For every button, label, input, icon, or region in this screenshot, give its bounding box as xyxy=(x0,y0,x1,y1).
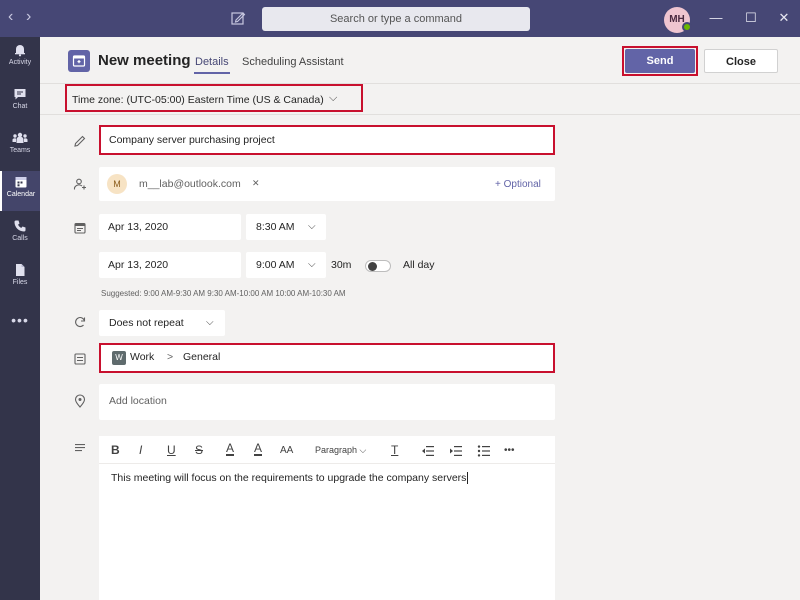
font-color-icon[interactable]: A xyxy=(254,442,263,456)
paragraph-dropdown[interactable]: Paragraph ⌵ xyxy=(315,445,366,456)
highlight-send xyxy=(622,46,698,76)
location-field[interactable]: Add location xyxy=(99,384,555,420)
rail-label: Files xyxy=(12,279,28,286)
editor-divider xyxy=(99,463,555,464)
details-icon xyxy=(75,444,85,452)
close-button[interactable]: Close xyxy=(704,49,778,73)
more-options-icon[interactable]: ••• xyxy=(504,445,515,456)
title-bar: ‹ › Search or type a command MH — ☐ ✕ xyxy=(0,0,800,37)
start-date-picker[interactable]: Apr 13, 2020 xyxy=(99,214,241,240)
bullet-list-icon[interactable] xyxy=(477,445,491,457)
maximize-icon[interactable]: ☐ xyxy=(743,10,759,26)
all-day-label: All day xyxy=(403,259,435,271)
rail-item-calendar[interactable]: Calendar xyxy=(0,171,40,211)
file-icon xyxy=(16,264,25,276)
description-text[interactable]: This meeting will focus on the requireme… xyxy=(111,472,469,485)
repeat-value: Does not repeat xyxy=(109,317,184,329)
teams-icon xyxy=(12,132,28,143)
more-apps-icon[interactable]: ••• xyxy=(0,312,40,328)
chevron-down-icon: ⌵ xyxy=(206,317,214,328)
remove-attendee-icon[interactable]: ✕ xyxy=(252,178,260,189)
chat-icon xyxy=(14,89,26,100)
start-time-value: 8:30 AM xyxy=(256,221,295,233)
text-caret xyxy=(467,472,469,485)
page-title: New meeting xyxy=(98,52,191,69)
start-time-picker[interactable]: 8:30 AM ⌵ xyxy=(246,214,326,240)
rail-item-activity[interactable]: Activity xyxy=(0,39,40,79)
attendee-email: m__lab@outlook.com xyxy=(139,178,241,190)
optional-attendees-link[interactable]: + Optional xyxy=(495,179,541,190)
highlight-channel xyxy=(99,343,555,373)
end-date-value: Apr 13, 2020 xyxy=(108,259,169,271)
repeat-icon xyxy=(75,317,86,328)
toggle-knob xyxy=(368,262,377,271)
highlight-icon[interactable]: A xyxy=(226,442,235,456)
calendar-row-icon xyxy=(74,222,86,234)
chevron-down-icon: ⌵ xyxy=(308,221,316,232)
decrease-indent-icon[interactable] xyxy=(421,445,435,457)
description-editor[interactable]: B I U S A A AA Paragraph ⌵ T ••• This me… xyxy=(99,436,555,600)
suggested-times[interactable]: Suggested: 9:00 AM-9:30 AM 9:30 AM-10:00… xyxy=(101,289,346,298)
strikethrough-icon[interactable]: S xyxy=(195,443,203,457)
meeting-calendar-icon xyxy=(68,50,90,72)
repeat-dropdown[interactable]: Does not repeat ⌵ xyxy=(99,310,225,336)
bell-icon xyxy=(15,45,25,57)
calendar-icon xyxy=(15,177,27,188)
pencil-icon xyxy=(74,135,86,147)
rail-label: Activity xyxy=(8,59,32,66)
presence-badge xyxy=(682,22,692,32)
end-time-value: 9:00 AM xyxy=(256,259,295,271)
tab-scheduling-assistant[interactable]: Scheduling Assistant xyxy=(242,56,344,68)
font-size-icon[interactable]: AA xyxy=(280,445,293,456)
active-tab-indicator xyxy=(194,72,230,74)
end-time-picker[interactable]: 9:00 AM ⌵ xyxy=(246,252,326,278)
increase-indent-icon[interactable] xyxy=(449,445,463,457)
close-window-icon[interactable]: ✕ xyxy=(776,10,792,26)
highlight-timezone xyxy=(65,84,363,112)
rail-label: Chat xyxy=(12,103,28,110)
attendees-field[interactable]: M m__lab@outlook.com ✕ + Optional xyxy=(99,167,555,201)
rail-label: Calls xyxy=(12,235,28,242)
highlight-title xyxy=(99,125,555,155)
meeting-header: New meeting Details Scheduling Assistant… xyxy=(40,37,800,83)
location-input[interactable]: Add location xyxy=(109,395,167,407)
rail-item-chat[interactable]: Chat xyxy=(0,83,40,123)
search-input[interactable]: Search or type a command xyxy=(262,7,530,31)
underline-icon[interactable]: U xyxy=(167,443,176,457)
rail-item-files[interactable]: Files xyxy=(0,259,40,299)
compose-icon[interactable] xyxy=(230,10,246,26)
location-pin-icon xyxy=(74,394,86,408)
attendee-avatar: M xyxy=(107,174,127,194)
chevron-down-icon: ⌵ xyxy=(308,259,316,270)
add-person-icon xyxy=(73,178,86,190)
rail-item-teams[interactable]: Teams xyxy=(0,127,40,167)
duration-label: 30m xyxy=(331,259,352,271)
tab-details[interactable]: Details xyxy=(195,56,229,68)
bold-icon[interactable]: B xyxy=(111,443,120,457)
app-rail: Activity Chat Teams Calendar Calls Files… xyxy=(0,37,40,600)
end-date-picker[interactable]: Apr 13, 2020 xyxy=(99,252,241,278)
start-date-value: Apr 13, 2020 xyxy=(108,221,169,233)
clear-formatting-icon[interactable]: T xyxy=(391,443,398,457)
phone-icon xyxy=(14,220,26,232)
rail-label: Teams xyxy=(9,147,31,154)
minimize-icon[interactable]: — xyxy=(708,10,724,26)
meeting-form-pane: New meeting Details Scheduling Assistant… xyxy=(40,37,800,600)
rail-item-calls[interactable]: Calls xyxy=(0,215,40,255)
forward-arrow-icon[interactable]: › xyxy=(26,9,31,25)
description-body[interactable]: This meeting will focus on the requireme… xyxy=(111,472,466,484)
back-arrow-icon[interactable]: ‹ xyxy=(8,9,13,25)
channel-icon xyxy=(74,353,86,365)
italic-icon[interactable]: I xyxy=(139,443,142,457)
all-day-toggle[interactable] xyxy=(365,260,391,272)
rail-label: Calendar xyxy=(6,191,36,198)
